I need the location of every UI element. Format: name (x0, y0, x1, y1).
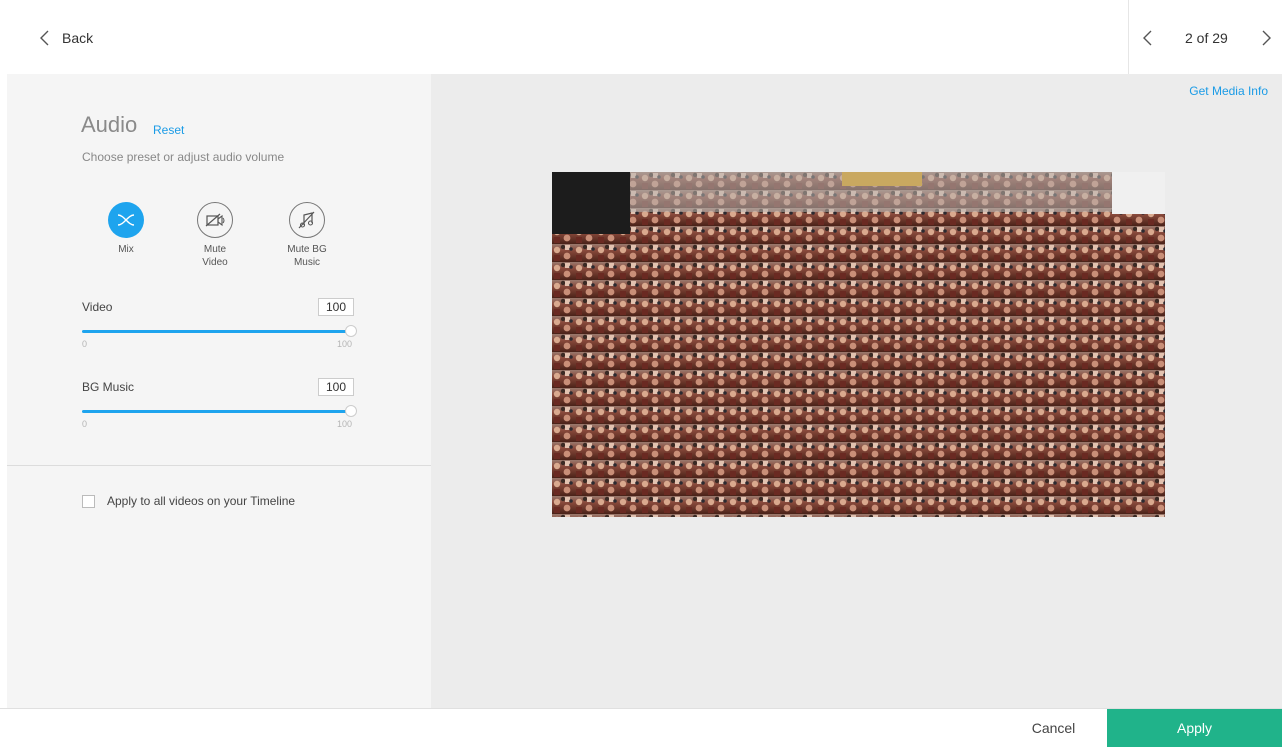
audio-subtitle: Choose preset or adjust audio volume (82, 150, 285, 164)
cancel-button[interactable]: Cancel (1000, 709, 1107, 747)
pager: 2 of 29 (1128, 0, 1282, 74)
previous-item-button[interactable] (1141, 28, 1155, 48)
preset-mix[interactable]: Mix (96, 202, 156, 256)
slider-min-label: 0 (82, 419, 88, 429)
apply-to-all-checkbox[interactable] (82, 494, 95, 508)
preset-label: Mute BG Music (287, 244, 327, 268)
video-preview[interactable] (552, 172, 1165, 517)
video-volume-track[interactable] (82, 330, 351, 333)
apply-button[interactable]: Apply (1107, 709, 1282, 747)
bg-music-volume-thumb[interactable] (345, 405, 357, 417)
apply-to-all-label: Apply to all videos on your Timeline (107, 494, 296, 508)
preset-label: Mute Video (202, 244, 228, 268)
top-bar: Back 2 of 29 (0, 0, 1282, 74)
crowd-video-frame (552, 172, 1165, 517)
music-muted-icon (289, 202, 325, 238)
panel-divider (7, 465, 431, 466)
chevron-left-icon (40, 30, 49, 46)
reset-link[interactable]: Reset (153, 123, 184, 137)
slider-min-label: 0 (82, 339, 88, 349)
audio-settings-panel: Audio Reset Choose preset or adjust audi… (7, 74, 431, 708)
bg-music-volume-input[interactable]: 100 (318, 378, 354, 396)
media-preview-area: Get Media Info (431, 74, 1282, 708)
video-volume-input[interactable]: 100 (318, 298, 354, 316)
preset-mute-video[interactable]: Mute Video (185, 202, 245, 269)
get-media-info-link[interactable]: Get Media Info (1189, 84, 1268, 98)
video-volume-label: Video (82, 300, 113, 314)
pager-label: 2 of 29 (1185, 30, 1228, 46)
footer-bar: Cancel Apply (0, 708, 1282, 747)
slider-max-label: 100 (337, 419, 353, 429)
audio-title: Audio (81, 112, 138, 137)
shuffle-icon (108, 202, 144, 238)
back-label: Back (62, 30, 94, 46)
preset-label: Mix (118, 244, 134, 255)
slider-max-label: 100 (337, 339, 353, 349)
video-muted-icon (197, 202, 233, 238)
video-volume-thumb[interactable] (345, 325, 357, 337)
apply-to-all-option[interactable]: Apply to all videos on your Timeline (82, 494, 295, 508)
next-item-button[interactable] (1259, 28, 1273, 48)
bg-music-volume-track[interactable] (82, 410, 351, 413)
preset-mute-bg-music[interactable]: Mute BG Music (277, 202, 337, 269)
bg-music-volume-label: BG Music (82, 380, 135, 394)
back-button[interactable]: Back (38, 26, 93, 50)
